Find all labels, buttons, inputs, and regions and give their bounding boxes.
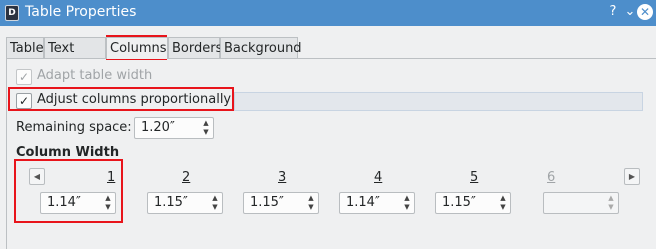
column-5-width-field[interactable]: 1.15″ ▲ ▼ bbox=[435, 192, 511, 214]
spin-down-icon[interactable]: ▼ bbox=[305, 203, 317, 212]
tab-table[interactable]: Table bbox=[6, 37, 44, 58]
column-2-width-value: 1.15″ bbox=[154, 195, 188, 210]
spin-up-icon[interactable]: ▲ bbox=[605, 194, 617, 203]
highlight-box-adjust-proportionally bbox=[8, 87, 234, 111]
scroll-right-icon[interactable]: ▶ bbox=[624, 168, 640, 185]
column-5-width-value: 1.15″ bbox=[442, 195, 476, 210]
window-title: Table Properties bbox=[25, 4, 137, 20]
spin-up-icon[interactable]: ▲ bbox=[401, 194, 413, 203]
highlight-box-column-1 bbox=[14, 159, 123, 223]
column-4-width-value: 1.14″ bbox=[346, 195, 380, 210]
title-bar: D Table Properties ? ⌄ ✕ bbox=[0, 0, 656, 26]
column-number-5: 5 bbox=[470, 170, 479, 185]
adapt-width-checkbox[interactable]: ✓ bbox=[16, 69, 32, 85]
spin-up-icon[interactable]: ▲ bbox=[305, 194, 317, 203]
column-number-2: 2 bbox=[182, 170, 191, 185]
column-number-3: 3 bbox=[278, 170, 287, 185]
help-button[interactable]: ? bbox=[604, 3, 622, 21]
column-4-width-field[interactable]: 1.14″ ▲ ▼ bbox=[339, 192, 415, 214]
column-width-heading: Column Width bbox=[16, 145, 120, 160]
spin-down-icon[interactable]: ▼ bbox=[605, 203, 617, 212]
remaining-space-field[interactable]: 1.20″ ▲ ▼ bbox=[134, 117, 214, 139]
tab-columns[interactable]: Columns bbox=[106, 37, 168, 59]
row-highlight bbox=[234, 92, 643, 111]
tab-background[interactable]: Background bbox=[220, 37, 302, 58]
spin-up-icon[interactable]: ▲ bbox=[200, 119, 212, 128]
column-number-6: 6 bbox=[547, 170, 556, 185]
writer-doc-icon: D bbox=[5, 5, 19, 21]
close-button[interactable]: ✕ bbox=[637, 4, 653, 20]
remaining-space-label: Remaining space: bbox=[16, 120, 132, 135]
tab-borders[interactable]: Borders bbox=[168, 37, 222, 58]
adapt-table-width-option[interactable]: ✓ Adapt table width bbox=[16, 68, 216, 86]
spin-down-icon[interactable]: ▼ bbox=[401, 203, 413, 212]
adapt-width-label: Adapt table width bbox=[37, 68, 153, 83]
column-3-width-value: 1.15″ bbox=[250, 195, 284, 210]
tab-text-flow[interactable]: Text Flow bbox=[44, 37, 106, 77]
column-2-width-field[interactable]: 1.15″ ▲ ▼ bbox=[147, 192, 223, 214]
spin-up-icon[interactable]: ▲ bbox=[497, 194, 509, 203]
spin-down-icon[interactable]: ▼ bbox=[209, 203, 221, 212]
remaining-space-value: 1.20″ bbox=[141, 120, 175, 135]
column-number-4: 4 bbox=[374, 170, 383, 185]
spin-down-icon[interactable]: ▼ bbox=[497, 203, 509, 212]
spin-up-icon[interactable]: ▲ bbox=[209, 194, 221, 203]
column-3-width-field[interactable]: 1.15″ ▲ ▼ bbox=[243, 192, 319, 214]
spin-down-icon[interactable]: ▼ bbox=[200, 128, 212, 137]
column-6-width-field[interactable]: ▲ ▼ bbox=[543, 192, 619, 214]
